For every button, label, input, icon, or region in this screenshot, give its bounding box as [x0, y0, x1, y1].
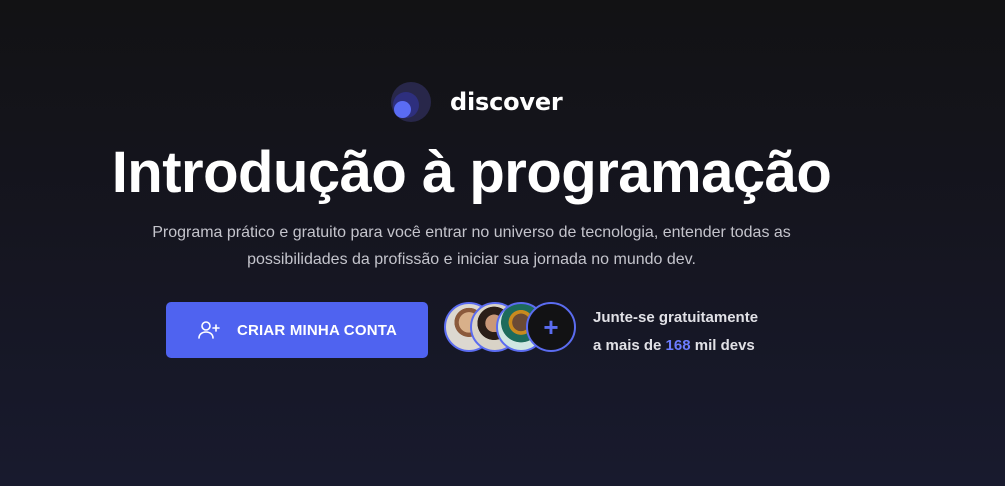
more-members-icon: + — [526, 302, 576, 352]
join-line-1: Junte-se gratuitamente — [593, 309, 759, 326]
page-title: Introdução à programação — [111, 140, 832, 205]
member-count: 168 — [665, 337, 691, 354]
brand-name: discover — [450, 88, 563, 116]
user-plus-icon — [197, 318, 221, 342]
page-subtitle: Programa prático e gratuito para você en… — [152, 224, 791, 268]
brand[interactable]: discover — [391, 82, 563, 122]
community-avatars: + — [444, 302, 578, 354]
hero-section: discover Introdução à programação Progra… — [0, 0, 1005, 486]
discover-logo-icon — [391, 82, 431, 122]
join-community-text: Junte-se gratuitamente a mais de 168 mil… — [593, 304, 813, 360]
create-account-label: CRIAR MINHA CONTA — [236, 321, 398, 339]
join-suffix: mil devs — [690, 337, 755, 354]
join-line-2: a mais de 168 mil devs — [593, 332, 813, 360]
join-prefix: a mais de — [593, 337, 666, 354]
create-account-button[interactable]: CRIAR MINHA CONTA — [166, 302, 428, 358]
